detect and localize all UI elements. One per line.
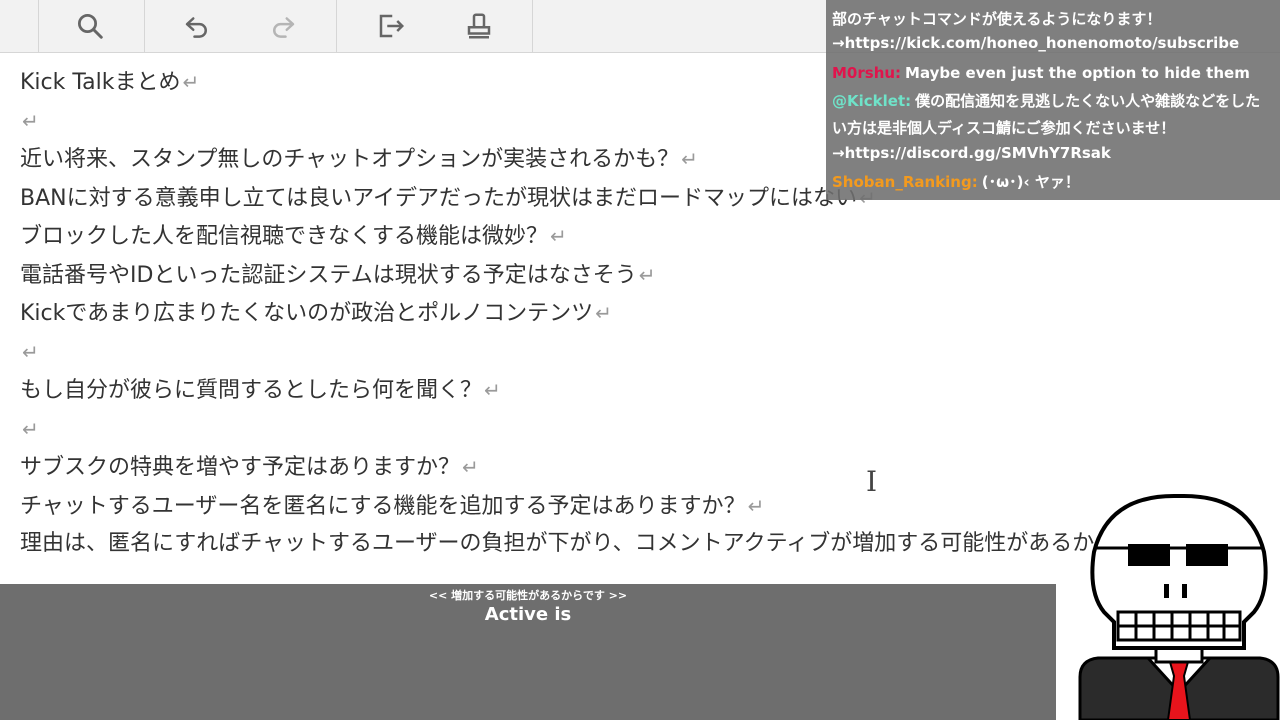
subtitle-source-text: << 増加する可能性があるからです >> bbox=[428, 589, 628, 602]
return-mark: ↵ bbox=[638, 263, 656, 287]
toolbar-divider bbox=[532, 0, 533, 52]
print-button[interactable] bbox=[449, 0, 509, 52]
undo-button[interactable] bbox=[167, 0, 227, 52]
redo-icon bbox=[273, 17, 295, 38]
chat-message: →https://kick.com/honeo_honenomoto/subsc… bbox=[832, 34, 1240, 52]
return-mark: ↵ bbox=[462, 455, 479, 479]
chat-username: M0rshu: bbox=[832, 64, 902, 82]
undo-icon bbox=[185, 17, 207, 38]
doc-line: Kick Talkまとめ ↵ bbox=[20, 70, 200, 95]
search-button[interactable] bbox=[60, 0, 120, 52]
text-cursor-icon: I bbox=[866, 465, 878, 498]
export-button[interactable] bbox=[361, 0, 421, 52]
chat-message: @Kicklet: 僕の配信通知を見逃したくない人や雑談などをしたい方は是非個人デ… bbox=[832, 92, 1261, 137]
return-mark: ↵ bbox=[182, 70, 200, 94]
search-icon bbox=[78, 14, 103, 39]
doc-line: もし自分が彼らに質問するとしたら何を聞く？ ↵ bbox=[20, 378, 501, 403]
toolbar-divider bbox=[144, 0, 145, 52]
export-icon bbox=[379, 14, 405, 38]
doc-line: サブスクの特典を増やす予定はありますか？ ↵ bbox=[20, 455, 479, 480]
doc-line: ↵ bbox=[20, 410, 39, 448]
doc-line: Kickであまり広まりたくないのが政治とポルノコンテンツ ↵ bbox=[20, 301, 612, 326]
doc-line: ↵ bbox=[20, 333, 39, 371]
skeleton-avatar bbox=[1078, 492, 1280, 722]
return-mark: ↵ bbox=[22, 417, 39, 441]
doc-line: BANに対する意義申し立ては良いアイデアだったが現状はまだロードマップにはない↵ bbox=[20, 179, 876, 217]
chat-username: @Kicklet: bbox=[832, 92, 912, 110]
doc-line: 理由は、匿名にすればチャットするユーザーの負担が下がり、コメントアクティブが増加… bbox=[20, 531, 1160, 556]
doc-line: チャットするユーザー名を匿名にする機能を追加する予定はありますか？ ↵ bbox=[20, 494, 765, 519]
doc-line: 近い将来、スタンプ無しのチャットオプションが実装されるかも？ ↵ bbox=[20, 147, 698, 172]
chat-message: →https://discord.gg/SMVhY7Rsak bbox=[832, 144, 1111, 162]
toolbar-divider bbox=[336, 0, 337, 52]
return-mark: ↵ bbox=[681, 147, 698, 171]
return-mark: ↵ bbox=[595, 301, 612, 325]
chat-overlay: 部のチャットコマンドが使えるようになります！ →https://kick.com… bbox=[826, 0, 1280, 200]
toolbar-divider bbox=[38, 0, 39, 52]
chat-message: M0rshu: Maybe even just the option to hid… bbox=[832, 64, 1250, 82]
return-mark: ↵ bbox=[22, 340, 39, 364]
doc-line: ↵ bbox=[20, 102, 39, 140]
return-mark: ↵ bbox=[550, 224, 567, 248]
chat-message: Shoban_Ranking: (･ω･)‹ ヤァ！ bbox=[832, 173, 1080, 191]
doc-line: ブロックした人を配信視聴できなくする機能は微妙？ ↵ bbox=[20, 224, 567, 249]
return-mark: ↵ bbox=[484, 378, 501, 402]
return-mark: ↵ bbox=[22, 109, 39, 133]
return-mark: ↵ bbox=[747, 494, 765, 518]
subtitle-box: << 増加する可能性があるからです >> Active is bbox=[0, 584, 1056, 720]
doc-line: 電話番号やIDといった認証システムは現状する予定はなさそう ↵ bbox=[20, 263, 656, 288]
chat-message: 部のチャットコマンドが使えるようになります！ bbox=[832, 10, 1162, 28]
print-icon bbox=[467, 13, 491, 39]
skeleton-avatar-icon bbox=[1078, 494, 1280, 722]
redo-button[interactable] bbox=[253, 0, 313, 52]
chat-username: Shoban_Ranking: bbox=[832, 173, 978, 191]
subtitle-translation-text: Active is bbox=[484, 604, 572, 625]
